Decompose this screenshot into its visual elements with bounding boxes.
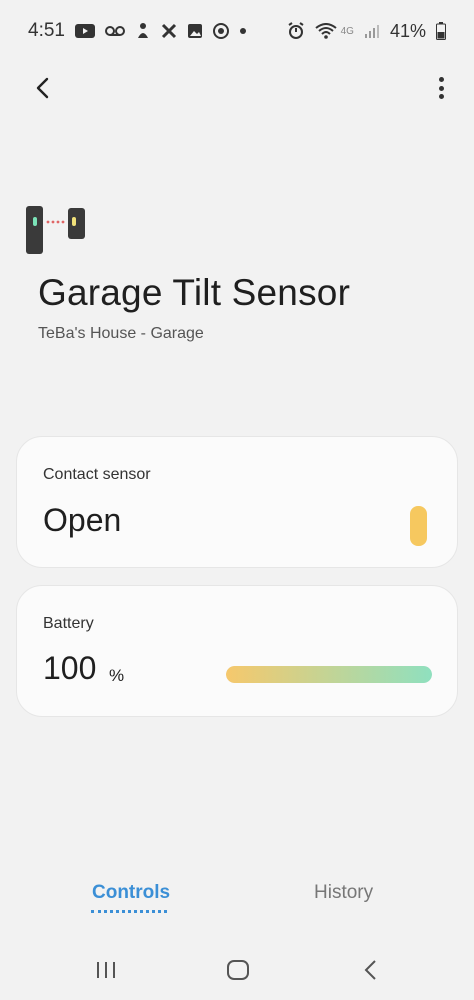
contact-sensor-value: Open bbox=[43, 502, 122, 538]
network-label: 4G bbox=[340, 25, 354, 37]
more-vertical-icon-dot bbox=[438, 94, 444, 99]
chevron-left-icon bbox=[36, 77, 49, 99]
contact-status-indicator bbox=[410, 506, 427, 546]
recents-button[interactable] bbox=[91, 955, 121, 985]
app-icon bbox=[161, 23, 177, 39]
signal-icon bbox=[364, 23, 380, 39]
status-right: 4G 41% bbox=[287, 21, 446, 42]
notification-icon bbox=[135, 22, 151, 40]
battery-level-fill bbox=[226, 666, 432, 683]
dot-icon bbox=[239, 27, 247, 35]
back-icon bbox=[364, 960, 376, 980]
more-vertical-icon-dot bbox=[438, 77, 444, 82]
tab-controls-indicator bbox=[91, 910, 167, 913]
battery-value: 100 bbox=[43, 650, 97, 686]
screen: 4:51 4G 41% Garage Tilt Sensor TeBa's Ho… bbox=[0, 0, 474, 1000]
status-left: 4:51 bbox=[28, 20, 247, 42]
gallery-icon bbox=[187, 23, 203, 39]
device-location: TeBa's House - Garage bbox=[38, 325, 204, 342]
home-button[interactable] bbox=[223, 955, 253, 985]
more-options-button[interactable] bbox=[436, 74, 446, 102]
contact-sensor-label: Contact sensor bbox=[43, 466, 151, 483]
nav-back-button[interactable] bbox=[356, 955, 386, 985]
youtube-icon bbox=[74, 24, 95, 38]
recents-icon bbox=[97, 962, 115, 978]
tilt-sensor-icon bbox=[26, 206, 86, 256]
battery-label: Battery bbox=[43, 615, 94, 632]
battery-card[interactable]: Battery 100 % bbox=[16, 585, 458, 717]
contact-sensor-card[interactable]: Contact sensor Open bbox=[16, 436, 458, 568]
voicemail-icon bbox=[104, 25, 125, 37]
app-bar bbox=[0, 62, 474, 114]
status-time: 4:51 bbox=[28, 20, 65, 41]
device-title: Garage Tilt Sensor bbox=[38, 272, 351, 313]
battery-icon bbox=[436, 22, 446, 40]
battery-level-bar bbox=[226, 666, 432, 683]
home-icon bbox=[227, 960, 249, 980]
chrome-icon bbox=[212, 23, 229, 39]
status-bar: 4:51 4G 41% bbox=[0, 0, 474, 62]
battery-percent: 41% bbox=[389, 20, 426, 41]
more-vertical-icon-dot bbox=[438, 85, 444, 91]
tab-controls[interactable]: Controls bbox=[92, 882, 170, 904]
battery-unit: % bbox=[109, 666, 125, 685]
back-button[interactable] bbox=[26, 74, 58, 102]
alarm-icon bbox=[287, 22, 305, 40]
navigation-bar bbox=[0, 940, 474, 1000]
wifi-icon bbox=[315, 23, 337, 39]
tab-history[interactable]: History bbox=[314, 882, 373, 904]
